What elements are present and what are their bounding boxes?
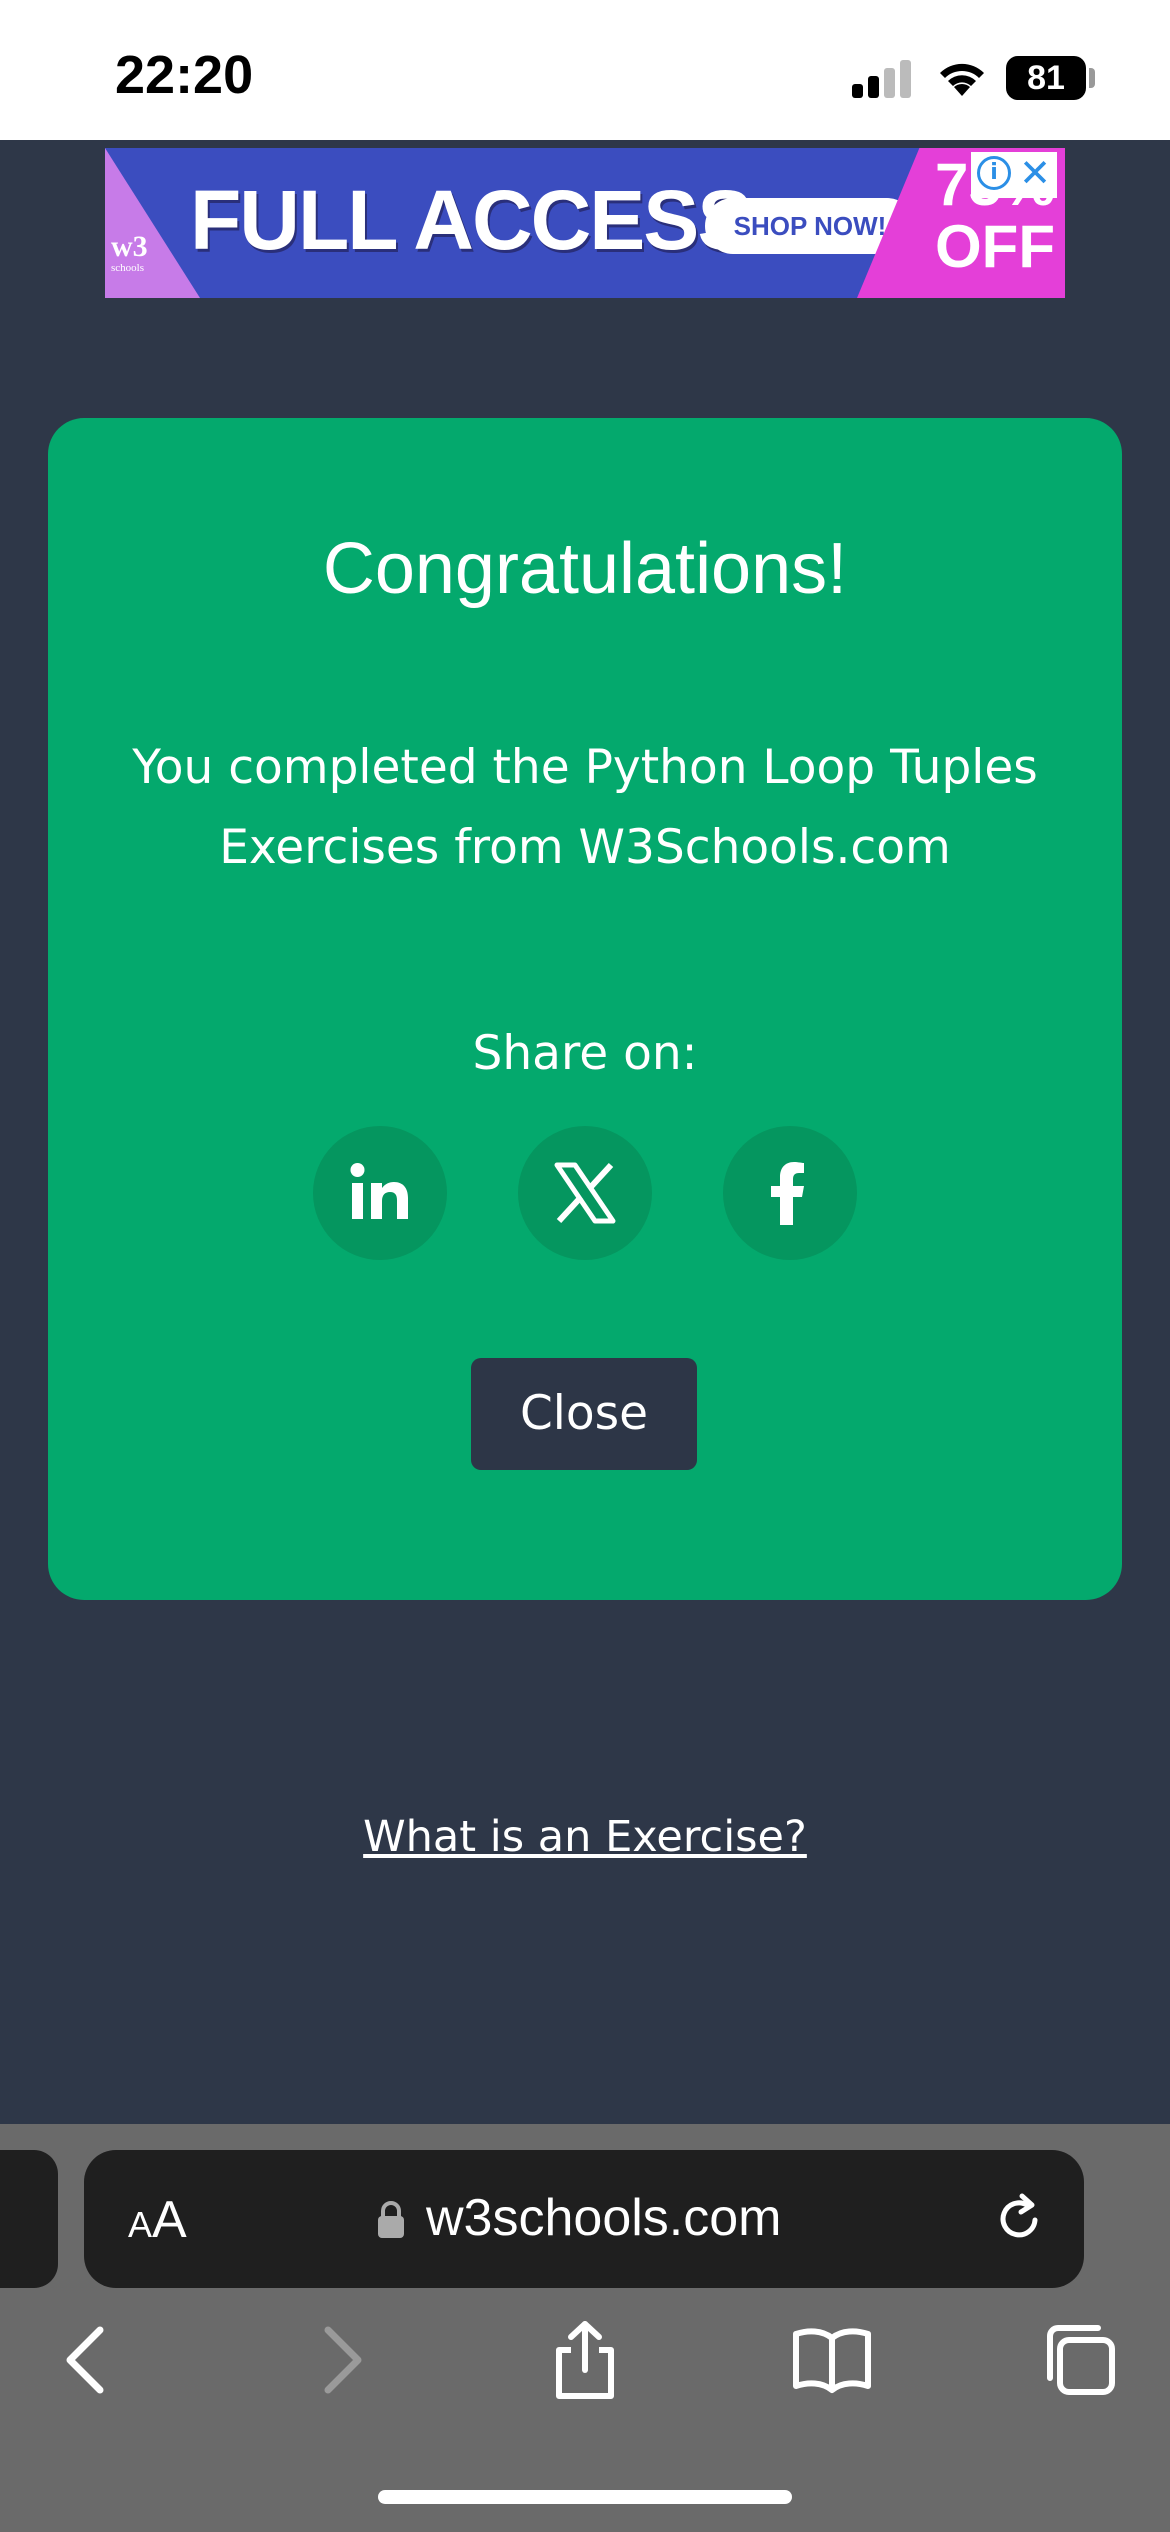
ad-logo-sub: schools <box>111 262 144 274</box>
browser-toolbar: AA w3schools.com <box>0 2124 1170 2532</box>
battery-indicator: 81 <box>1006 56 1086 100</box>
tabs-icon[interactable] <box>1040 2320 1120 2400</box>
home-indicator[interactable] <box>378 2490 792 2504</box>
facebook-icon <box>771 1162 804 1225</box>
status-bar: 22:20 81 <box>0 0 1170 140</box>
close-icon[interactable]: ✕ <box>1017 152 1053 194</box>
url-text: w3schools.com <box>426 2189 782 2247</box>
status-time: 22:20 <box>115 45 254 105</box>
congratulations-modal: Congratulations! You completed the Pytho… <box>48 418 1122 1600</box>
info-icon[interactable]: i <box>977 156 1011 190</box>
cellular-signal-icon <box>852 58 916 98</box>
w3schools-logo: w3 schools <box>111 230 171 290</box>
wifi-icon <box>940 63 984 96</box>
share-x-button[interactable] <box>518 1126 652 1260</box>
previous-tab-preview[interactable] <box>0 2150 58 2288</box>
battery-tip <box>1089 68 1095 88</box>
close-button[interactable]: Close <box>471 1358 697 1470</box>
share-icon[interactable] <box>545 2320 625 2400</box>
bookmarks-icon[interactable] <box>792 2320 872 2400</box>
reload-icon[interactable] <box>992 2192 1046 2246</box>
forward-icon[interactable] <box>300 2320 380 2400</box>
ad-title: FULL ACCESS <box>190 173 753 267</box>
what-is-exercise-link[interactable]: What is an Exercise? <box>0 1812 1170 1862</box>
ad-discount-suffix: OFF <box>935 213 1055 280</box>
address-bar[interactable]: AA w3schools.com <box>84 2150 1084 2288</box>
modal-title: Congratulations! <box>322 529 848 609</box>
linkedin-icon <box>350 1163 408 1219</box>
ad-logo-text: w3 <box>111 230 148 263</box>
share-linkedin-button[interactable] <box>313 1126 447 1260</box>
ad-banner[interactable]: w3 schools FULL ACCESS SHOP NOW! 75% OFF… <box>105 148 1065 298</box>
share-label: Share on: <box>472 1026 698 1081</box>
share-facebook-button[interactable] <box>723 1126 857 1260</box>
text-size-small-a: A <box>128 2204 153 2245</box>
lock-icon <box>378 2201 404 2238</box>
back-icon[interactable] <box>48 2320 128 2400</box>
text-size-large-a: A <box>152 2191 187 2249</box>
text-size-button[interactable]: AA <box>128 2190 187 2250</box>
completion-message: You completed the Python Loop Tuples Exe… <box>132 740 1038 875</box>
ad-choices[interactable]: i ✕ <box>971 152 1057 198</box>
x-icon <box>554 1162 616 1224</box>
